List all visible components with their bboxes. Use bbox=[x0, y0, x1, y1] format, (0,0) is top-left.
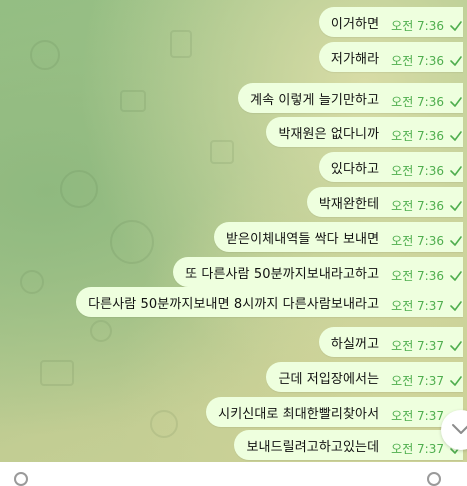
message-list[interactable]: 이거하면 오전 7:36 저가해라 오전 7:36 계속 이렇게 늘기만하고 오전 7:3… bbox=[0, 0, 467, 462]
message-time: 오전 7:36 bbox=[391, 53, 444, 68]
message-text: 보내드릴려고하고있는데 bbox=[246, 439, 380, 455]
message-text: 저가해라 bbox=[330, 51, 380, 67]
message-text: 박재원은 없다니까 bbox=[278, 126, 380, 142]
single-check-icon bbox=[449, 339, 463, 353]
message-bubble[interactable]: 박재원은 없다니까 오전 7:36 bbox=[266, 117, 463, 147]
message-time: 오전 7:36 bbox=[391, 233, 444, 248]
single-check-icon bbox=[449, 164, 463, 178]
message-text: 박재완한테 bbox=[318, 196, 380, 212]
emoji-icon[interactable] bbox=[427, 472, 441, 486]
single-check-icon bbox=[449, 199, 463, 213]
message-time: 오전 7:37 bbox=[391, 298, 444, 313]
single-check-icon bbox=[449, 54, 463, 68]
message-bubble[interactable]: 받은이체내역들 싹다 보내면 오전 7:36 bbox=[213, 222, 463, 252]
chevron-down-icon bbox=[452, 424, 467, 434]
message-text: 다른사람 50분까지보내면 8시까지 다른사람보내라고 bbox=[88, 296, 380, 312]
message-time: 오전 7:37 bbox=[391, 373, 444, 388]
message-time: 오전 7:37 bbox=[391, 338, 444, 353]
message-bubble[interactable]: 이거하면 오전 7:36 bbox=[318, 7, 463, 37]
message-bubble[interactable]: 시키신대로 최대한빨리찾아서 오전 7:37 bbox=[206, 397, 463, 427]
single-check-icon bbox=[449, 234, 463, 248]
single-check-icon bbox=[449, 269, 463, 283]
message-time: 오전 7:36 bbox=[391, 198, 444, 213]
single-check-icon bbox=[449, 374, 463, 388]
message-bubble[interactable]: 있다하고 오전 7:36 bbox=[318, 152, 463, 182]
message-time: 오전 7:37 bbox=[391, 408, 444, 423]
attach-icon[interactable] bbox=[14, 472, 28, 486]
message-bubble[interactable]: 계속 이렇게 늘기만하고 오전 7:36 bbox=[238, 83, 463, 113]
message-bubble[interactable]: 다른사람 50분까지보내면 8시까지 다른사람보내라고 오전 7:37 bbox=[76, 287, 463, 317]
composer-bar bbox=[0, 462, 467, 486]
message-time: 오전 7:37 bbox=[391, 441, 444, 456]
single-check-icon bbox=[449, 129, 463, 143]
message-text: 있다하고 bbox=[330, 161, 380, 177]
message-text: 또 다른사람 50분까지보내라고하고 bbox=[185, 266, 380, 282]
message-bubble[interactable]: 보내드릴려고하고있는데 오전 7:37 bbox=[234, 430, 463, 460]
message-text: 시키신대로 최대한빨리찾아서 bbox=[218, 406, 380, 422]
message-text: 받은이체내역들 싹다 보내면 bbox=[225, 231, 380, 247]
message-time: 오전 7:36 bbox=[391, 18, 444, 33]
message-time: 오전 7:36 bbox=[391, 128, 444, 143]
message-bubble[interactable]: 저가해라 오전 7:36 bbox=[318, 42, 463, 72]
single-check-icon bbox=[449, 299, 463, 313]
message-text: 이거하면 bbox=[330, 16, 380, 32]
message-text: 계속 이렇게 늘기만하고 bbox=[250, 92, 380, 108]
message-text: 하실꺼고 bbox=[330, 336, 380, 352]
message-bubble[interactable]: 또 다른사람 50분까지보내라고하고 오전 7:36 bbox=[173, 257, 463, 287]
message-time: 오전 7:36 bbox=[391, 94, 444, 109]
message-bubble[interactable]: 근데 저입장에서는 오전 7:37 bbox=[266, 362, 463, 392]
message-bubble[interactable]: 박재완한테 오전 7:36 bbox=[306, 187, 463, 217]
message-text: 근데 저입장에서는 bbox=[278, 371, 380, 387]
single-check-icon bbox=[449, 95, 463, 109]
message-time: 오전 7:36 bbox=[391, 163, 444, 178]
single-check-icon bbox=[449, 19, 463, 33]
message-bubble[interactable]: 하실꺼고 오전 7:37 bbox=[318, 327, 463, 357]
message-time: 오전 7:36 bbox=[391, 268, 444, 283]
